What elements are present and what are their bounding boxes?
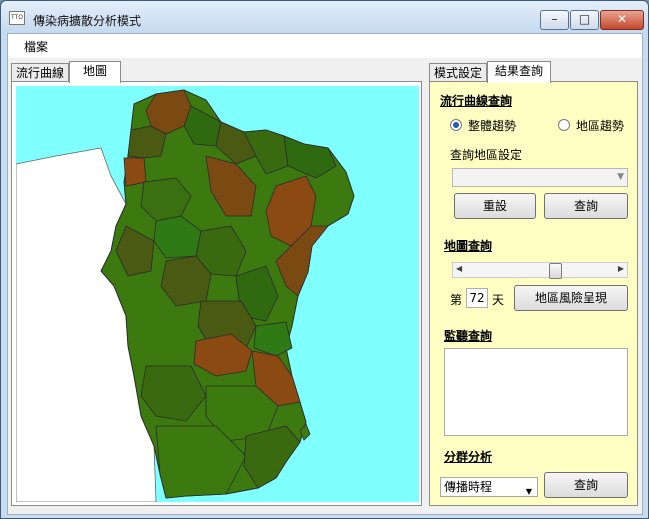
chevron-down-icon: ▼ — [617, 172, 624, 182]
day-prefix: 第 — [450, 293, 463, 307]
district-high-2 — [123, 157, 147, 187]
close-button[interactable]: ✕ — [600, 10, 644, 30]
cluster-analysis-title: 分群分析 — [444, 450, 493, 464]
chevron-down-icon: ▼ — [525, 487, 532, 496]
monitor-textarea[interactable] — [444, 348, 628, 436]
app-window: TTO 傳染病擴散分析模式 – □ ✕ 檔案 流行曲線 地圖 模式設定 結果查詢 — [0, 0, 649, 519]
radio-overall-label: 整體趨勢 — [468, 119, 517, 133]
tab-model-settings[interactable]: 模式設定 — [429, 63, 487, 83]
slider-thumb[interactable] — [549, 263, 562, 279]
day-suffix: 天 — [492, 293, 505, 307]
district-mid-1 — [127, 125, 167, 159]
radio-region-trend[interactable] — [558, 119, 570, 131]
curve-query-button[interactable]: 查詢 — [544, 193, 628, 219]
cluster-select-value: 傳播時程 — [444, 480, 493, 494]
client-area: 檔案 流行曲線 地圖 模式設定 結果查詢 流行曲線查詢 整體趨勢 地區趨勢 查詢… — [7, 33, 643, 515]
menu-file[interactable]: 檔案 — [24, 38, 48, 55]
slider-left-arrow-icon[interactable]: ◀ — [456, 264, 462, 273]
day-input[interactable]: 72 — [466, 288, 488, 308]
map-svg — [16, 89, 355, 502]
curve-query-title: 流行曲線查詢 — [440, 94, 513, 108]
day-slider[interactable]: ◀ ▶ — [452, 262, 628, 279]
app-icon: TTO — [9, 11, 25, 25]
window-title: 傳染病擴散分析模式 — [33, 14, 142, 28]
tab-result-query[interactable]: 結果查詢 — [487, 61, 551, 83]
region-setting-label: 查詢地區設定 — [450, 148, 523, 162]
region-risk-button[interactable]: 地區風險呈現 — [514, 285, 628, 311]
risk-map[interactable] — [16, 86, 419, 502]
tab-epidemic-curve[interactable]: 流行曲線 — [11, 63, 69, 83]
tab-map[interactable]: 地圖 — [69, 61, 121, 83]
cluster-query-button[interactable]: 查詢 — [544, 472, 628, 498]
region-select[interactable]: ▼ — [452, 168, 628, 187]
monitor-query-title: 監聽查詢 — [444, 329, 493, 343]
cluster-select[interactable]: 傳播時程 ▼ — [440, 477, 538, 497]
map-panel — [11, 81, 422, 506]
minimize-button[interactable]: – — [540, 10, 569, 30]
slider-right-arrow-icon[interactable]: ▶ — [618, 264, 624, 273]
results-panel: 流行曲線查詢 整體趨勢 地區趨勢 查詢地區設定 ▼ 重設 查詢 地圖查詢 ◀ ▶… — [429, 81, 638, 506]
maximize-button[interactable]: □ — [570, 10, 599, 30]
title-bar[interactable]: TTO 傳染病擴散分析模式 – □ ✕ — [1, 1, 648, 33]
radio-region-label: 地區趨勢 — [576, 119, 625, 133]
map-query-title: 地圖查詢 — [444, 239, 493, 253]
menu-bar: 檔案 — [8, 34, 642, 58]
radio-overall-trend[interactable] — [450, 119, 462, 131]
reset-button[interactable]: 重設 — [454, 193, 536, 219]
district-low-12 — [243, 425, 301, 489]
